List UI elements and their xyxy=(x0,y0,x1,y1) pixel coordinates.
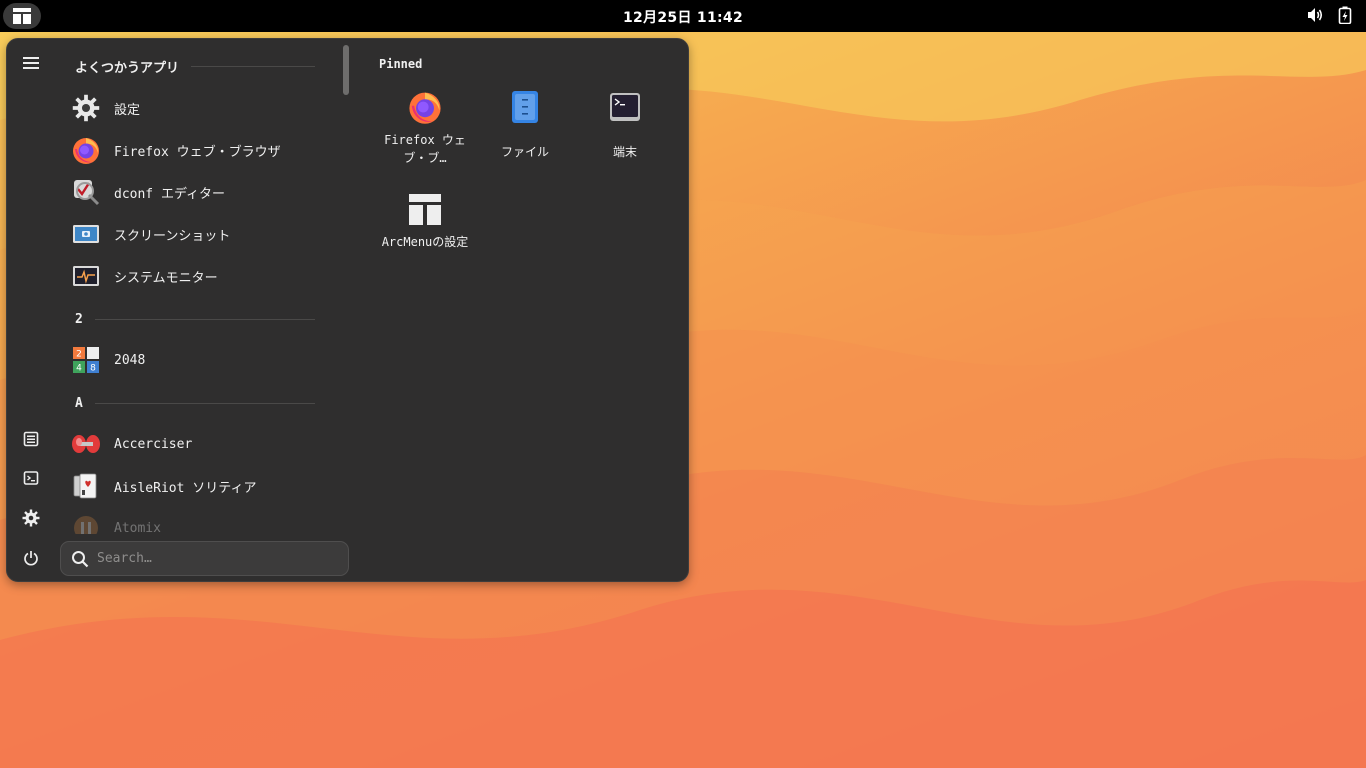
app-label: システムモニター xyxy=(114,270,218,286)
tile-label: ArcMenuの設定 xyxy=(381,235,469,249)
volume-icon[interactable] xyxy=(1306,6,1324,24)
app-item-atomix[interactable]: Atomix xyxy=(69,509,339,534)
pinned-tile-files[interactable]: ファイル xyxy=(477,89,573,161)
app-item-dconf-editor[interactable]: dconf エディター xyxy=(69,173,339,211)
battery-icon[interactable] xyxy=(1338,6,1352,24)
svg-text:4: 4 xyxy=(76,364,82,374)
terminal-button[interactable] xyxy=(16,463,46,493)
firefox-icon xyxy=(71,135,101,165)
accerciser-icon xyxy=(71,429,101,459)
tile-label: ファイル xyxy=(500,145,549,159)
search-box[interactable] xyxy=(60,541,349,576)
clock[interactable]: 12月25日 11:42 xyxy=(0,7,1366,27)
solitaire-icon xyxy=(71,471,101,501)
app-item-2048[interactable]: 2 4 8 2048 xyxy=(69,341,339,379)
menu-sidebar xyxy=(7,39,55,581)
svg-text:8: 8 xyxy=(90,364,96,374)
app-label: Atomix xyxy=(114,520,161,535)
app-label: スクリーンショット xyxy=(114,228,231,244)
hamburger-menu-icon xyxy=(23,57,39,69)
section-header-a: A xyxy=(75,393,315,413)
settings-icon xyxy=(22,509,40,527)
dconf-editor-icon xyxy=(71,177,101,207)
settings-button[interactable] xyxy=(16,503,46,533)
app-label: 設定 xyxy=(114,102,141,118)
arc-menu: よくつかうアプリ 設定 Firefox ウェブ・ブラウザ dconf エディター… xyxy=(6,38,689,582)
app-item-aisleriot[interactable]: AisleRiot ソリティア xyxy=(69,467,339,505)
pinned-title: Pinned xyxy=(379,57,423,71)
game-2048-icon: 2 4 8 xyxy=(71,345,101,375)
terminal-icon xyxy=(23,471,39,485)
app-item-accerciser[interactable]: Accerciser xyxy=(69,425,339,463)
app-list-scrollbar[interactable] xyxy=(343,45,349,95)
pinned-tile-firefox[interactable]: Firefox ウェブ・ブ… xyxy=(377,89,473,167)
documents-button[interactable] xyxy=(16,424,46,454)
files-icon xyxy=(507,89,543,125)
screenshot-icon xyxy=(71,219,101,249)
top-bar: 12月25日 11:42 xyxy=(0,0,1366,32)
settings-gear-icon xyxy=(71,93,101,123)
svg-text:2: 2 xyxy=(76,350,82,360)
section-header-frequent: よくつかうアプリ xyxy=(75,56,315,76)
app-label: Accerciser xyxy=(114,436,193,452)
tile-label: Firefox ウェブ・ブ… xyxy=(384,133,466,165)
tile-label: 端末 xyxy=(612,145,637,159)
atomix-icon xyxy=(71,513,101,534)
arcmenu-settings-icon xyxy=(407,191,443,227)
app-item-settings[interactable]: 設定 xyxy=(69,89,339,127)
app-label: dconf エディター xyxy=(114,186,226,202)
documents-icon xyxy=(23,431,39,447)
pinned-tile-terminal[interactable]: 端末 xyxy=(577,89,673,161)
search-icon xyxy=(72,550,89,567)
power-icon xyxy=(24,551,38,566)
pinned-tile-arcmenu-settings[interactable]: ArcMenuの設定 xyxy=(377,191,473,251)
app-label: AisleRiot ソリティア xyxy=(114,480,257,496)
system-tray[interactable] xyxy=(1306,6,1352,24)
app-item-screenshot[interactable]: スクリーンショット xyxy=(69,215,339,253)
app-item-firefox[interactable]: Firefox ウェブ・ブラウザ xyxy=(69,131,339,169)
app-item-system-monitor[interactable]: システムモニター xyxy=(69,257,339,295)
power-button[interactable] xyxy=(16,543,46,573)
app-label: Firefox ウェブ・ブラウザ xyxy=(114,144,281,160)
terminal-icon xyxy=(607,89,643,125)
firefox-icon xyxy=(407,89,443,125)
app-label: 2048 xyxy=(114,352,146,368)
system-monitor-icon xyxy=(71,261,101,291)
hamburger-button[interactable] xyxy=(16,48,46,78)
search-input[interactable] xyxy=(97,551,337,566)
section-header-2: 2 xyxy=(75,309,315,329)
app-list[interactable]: よくつかうアプリ 設定 Firefox ウェブ・ブラウザ dconf エディター… xyxy=(61,39,341,534)
